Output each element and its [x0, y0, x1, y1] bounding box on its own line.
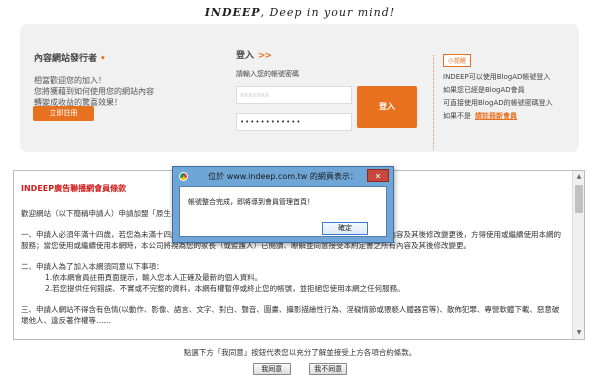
publisher-description: 相當歡迎您的加入！ 您將獲藉到如何使用您的網站內容 轉變成收益的驚喜效果！ [34, 75, 194, 108]
slogan-text: , Deep in your mind! [260, 6, 396, 19]
ok-button[interactable]: 確定 [322, 222, 368, 235]
tips-section: 小提醒 INDEEP可以使用BlogAD帳號登入 如果您已經是BlogAD會員 … [443, 54, 593, 123]
username-input[interactable]: xxxxxxx [236, 86, 352, 104]
disagree-button[interactable]: 我不同意 [309, 363, 348, 375]
section-divider [433, 55, 434, 150]
login-title-text: 登入 [236, 51, 255, 61]
site-slogan: INDEEP, Deep in your mind! [0, 6, 600, 19]
publisher-title-text: 內容網站發行者 [34, 54, 98, 64]
publisher-title: 內容網站發行者 • [34, 51, 194, 64]
agree-instruction: 點選下方「我同意」按鈕代表您以充分了解並接受上方各項合約條款。 [183, 348, 417, 357]
publisher-section: 內容網站發行者 • 相當歡迎您的加入！ 您將獲藉到如何使用您的網站內容 轉變成收益… [34, 51, 194, 108]
register-link-text[interactable]: 註冊新會員 [482, 112, 517, 120]
tips-line: 如果您已經是BlogAD會員 [443, 86, 525, 94]
login-title: 登入 >> [236, 48, 426, 61]
login-button[interactable]: 登入 [357, 86, 417, 128]
password-value: •••••••••••• [240, 118, 302, 126]
register-link-prefix: 請 [475, 112, 482, 120]
publisher-desc-line: 您將獲藉到如何使用您的網站內容 [34, 87, 154, 96]
login-panel: 內容網站發行者 • 相當歡迎您的加入！ 您將獲藉到如何使用您的網站內容 轉變成收益… [20, 24, 579, 152]
tips-line: 可直接使用BlogAD的帳號密碼登入 [443, 99, 553, 107]
alert-dialog: 位於 www.indeep.com.tw 的網頁表示： ✕ 帳號整合完成，即將導… [172, 166, 394, 243]
terms-paragraph: 三、申請人網站不得含有色情(以動作、影像、語言、文字、對白、聲音、圖畫、攝影描繪… [21, 305, 560, 325]
terms-list-item: 2.若您提供任何錯誤、不實或不完整的資料，本網有權暫停或終止您的帳號，並拒絕您使… [45, 284, 405, 293]
agree-button-row: 我同意 我不同意 [0, 363, 600, 375]
close-icon[interactable]: ✕ [367, 169, 389, 182]
alert-titlebar[interactable]: 位於 www.indeep.com.tw 的網頁表示： ✕ [173, 167, 393, 185]
terms-scrollbar[interactable]: ▲ ▼ [572, 171, 584, 339]
scroll-thumb[interactable] [575, 185, 583, 213]
slogan-brand: INDEEP [204, 6, 261, 19]
tips-line-text: 如果不是 [443, 112, 471, 120]
bullet-icon: • [100, 54, 106, 64]
terms-paragraph: 二、申請人為了加入本網須同意以下事項： [21, 262, 164, 271]
login-hint: 請輸入您的帳號密碼 [236, 70, 299, 78]
tips-line: 如果不是 請註冊新會員 [443, 110, 593, 123]
terms-list-item: 1.依本網會員註冊頁面提示，輸入您本人正確及最新的個人資料。 [45, 273, 263, 282]
scroll-down-icon[interactable]: ▼ [573, 327, 584, 339]
register-now-button[interactable]: 立即註冊 [33, 106, 94, 121]
scroll-up-icon[interactable]: ▲ [573, 171, 584, 183]
alert-body: 帳號整合完成，即將導到會員管理首頁！ 確定 [179, 186, 387, 237]
alert-message: 帳號整合完成，即將導到會員管理首頁！ [188, 198, 314, 206]
username-value: xxxxxxx [240, 91, 269, 99]
password-input[interactable]: •••••••••••• [236, 113, 352, 131]
publisher-desc-line: 相當歡迎您的加入！ [34, 76, 106, 85]
alert-title: 位於 www.indeep.com.tw 的網頁表示： [208, 172, 358, 181]
tips-line: INDEEP可以使用BlogAD帳號登入 [443, 73, 551, 81]
agree-button[interactable]: 我同意 [252, 363, 291, 375]
login-section: 登入 >> 請輸入您的帳號密碼 xxxxxxx •••••••••••• 登入 [236, 48, 426, 131]
register-link[interactable]: 請註冊新會員 [475, 112, 517, 120]
double-arrow-icon: >> [258, 51, 272, 61]
tips-tag: 小提醒 [443, 54, 472, 67]
